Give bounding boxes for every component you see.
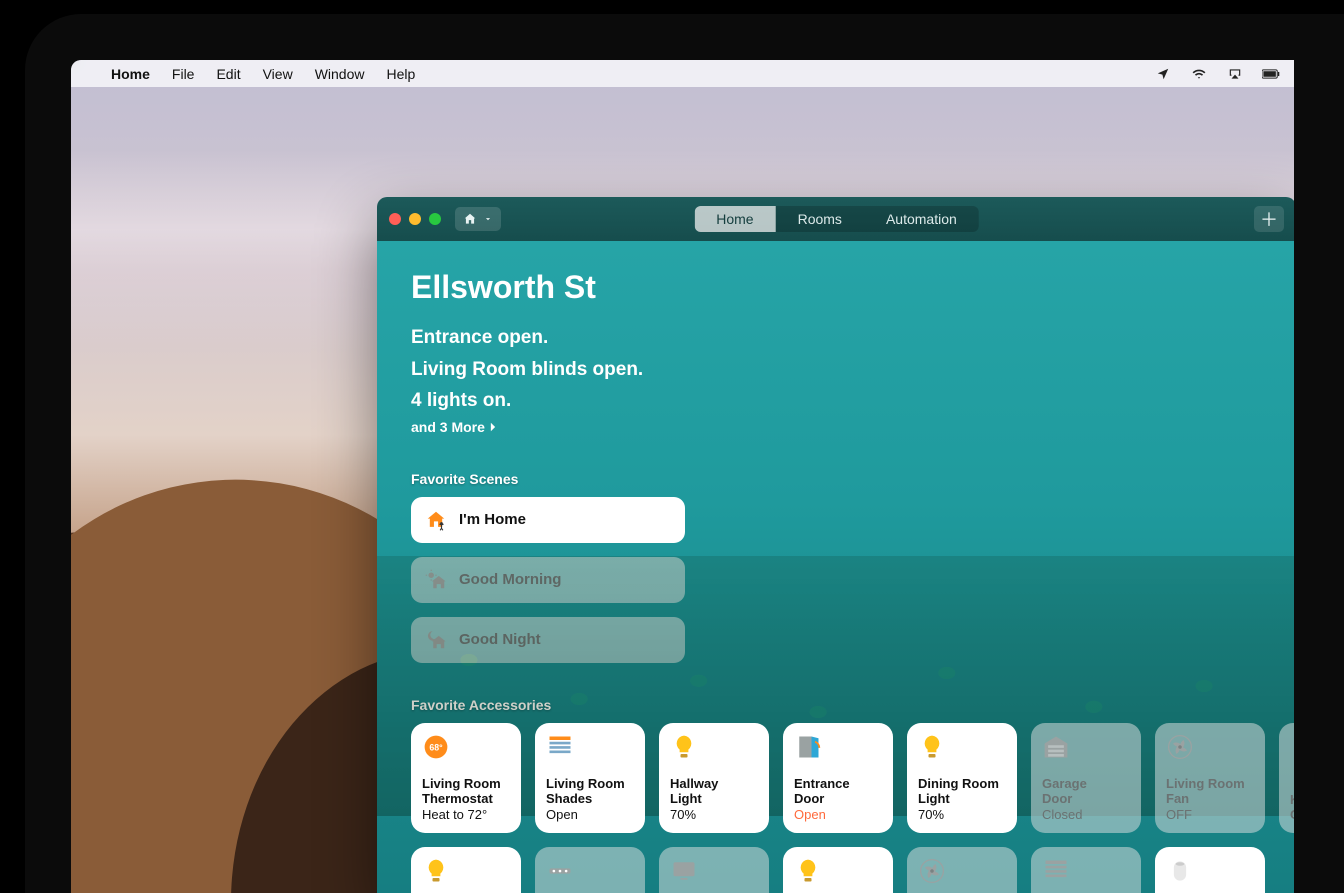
menubar-app-name[interactable]: Home xyxy=(111,66,150,82)
outlet-icon xyxy=(1290,733,1296,761)
tv-icon xyxy=(670,857,698,885)
home-app-window: Home Rooms Automation ＋ Ellsworth St Ent… xyxy=(377,197,1296,893)
accessory-tile[interactable]: Kitchen Outlet xyxy=(1279,723,1296,833)
accessory-tile[interactable]: Garage Door Closed xyxy=(1031,723,1141,833)
location-services-icon[interactable] xyxy=(1154,67,1172,81)
bulb-icon xyxy=(670,733,698,761)
accessories-grid: 68° Living Room Thermostat Heat to 72° L… xyxy=(411,723,1262,833)
accessory-status: 70% xyxy=(918,808,1006,823)
macos-menubar: Home File Edit View Window Help xyxy=(71,60,1294,87)
accessory-tile[interactable]: Bedroom xyxy=(1031,847,1141,893)
accessories-grid: Kitchen Master Bed... Living Room Bedroo… xyxy=(411,847,1262,893)
accessory-tile[interactable]: 68° Living Room Thermostat Heat to 72° xyxy=(411,723,521,833)
bulb-icon xyxy=(422,857,450,885)
accessory-line1: Kitchen xyxy=(1290,793,1296,808)
status-line: Entrance open. xyxy=(411,324,1262,352)
home-picker-button[interactable] xyxy=(455,207,501,231)
bulb-icon xyxy=(918,733,946,761)
accessory-tile[interactable]: Living Room xyxy=(1155,847,1265,893)
fan-icon xyxy=(1166,733,1194,761)
chevron-down-icon xyxy=(483,214,493,224)
accessory-tile[interactable]: Hallway Light 70% xyxy=(659,723,769,833)
window-close-button[interactable] xyxy=(389,213,401,225)
accessory-line1: Entrance xyxy=(794,777,882,792)
garage-icon xyxy=(1042,733,1070,761)
window-traffic-lights xyxy=(389,213,441,225)
accessory-line1: Hallway xyxy=(670,777,758,792)
screen-bezel: Home File Edit View Window Help xyxy=(25,14,1344,893)
window-zoom-button[interactable] xyxy=(429,213,441,225)
accessory-status: OFF xyxy=(1166,808,1254,823)
tab-automation[interactable]: Automation xyxy=(864,206,979,232)
accessory-tile[interactable]: Living Room Fan OFF xyxy=(1155,723,1265,833)
tab-home[interactable]: Home xyxy=(694,206,775,232)
view-segmented-control: Home Rooms Automation xyxy=(694,206,979,232)
accessory-tile[interactable]: Living Room xyxy=(659,847,769,893)
accessory-tile[interactable]: Master Bed... xyxy=(535,847,645,893)
menubar-item-file[interactable]: File xyxy=(172,66,195,82)
svg-text:68°: 68° xyxy=(429,742,443,752)
add-button[interactable]: ＋ xyxy=(1254,206,1284,232)
menubar-item-edit[interactable]: Edit xyxy=(216,66,240,82)
menubar-item-help[interactable]: Help xyxy=(386,66,415,82)
window-titlebar: Home Rooms Automation ＋ xyxy=(377,197,1296,241)
accessory-tile[interactable]: Dining Room Light 70% xyxy=(907,723,1017,833)
accessory-line2: Door xyxy=(794,792,882,807)
accessory-line2: Fan xyxy=(1166,792,1254,807)
wifi-icon[interactable] xyxy=(1190,67,1208,81)
arrive-home-icon xyxy=(425,509,447,531)
accessory-line1: Dining Room xyxy=(918,777,1006,792)
scene-label: I'm Home xyxy=(459,511,526,528)
shades-icon xyxy=(546,733,574,761)
thermostat-icon: 68° xyxy=(422,733,450,761)
accessory-line2: Outlet xyxy=(1290,808,1296,823)
menubar-item-view[interactable]: View xyxy=(263,66,293,82)
accessory-tile[interactable]: Bedroom xyxy=(783,847,893,893)
accessory-line1: Living Room xyxy=(422,777,510,792)
home-title: Ellsworth St xyxy=(411,269,1262,306)
status-line: Living Room blinds open. xyxy=(411,356,1262,384)
house-icon xyxy=(463,212,477,226)
accessory-status: Heat to 72° xyxy=(422,808,510,823)
accessory-line2: Light xyxy=(670,792,758,807)
home-app-content: Ellsworth St Entrance open. Living Room … xyxy=(377,241,1296,893)
accessory-status: Closed xyxy=(1042,808,1130,823)
accessory-tile[interactable]: Kitchen xyxy=(411,847,521,893)
accessory-line1: Living Room xyxy=(1166,777,1254,792)
led-strip-icon xyxy=(546,857,574,885)
scene-tile[interactable]: I'm Home xyxy=(411,497,685,543)
accessory-status: Open xyxy=(794,808,882,823)
accessory-tile[interactable]: Living Room Shades Open xyxy=(535,723,645,833)
airplay-icon[interactable] xyxy=(1226,67,1244,81)
menubar-item-window[interactable]: Window xyxy=(315,66,365,82)
accessory-status: 70% xyxy=(670,808,758,823)
status-more-button[interactable]: and 3 More xyxy=(411,419,497,435)
accessory-line2: Light xyxy=(918,792,1006,807)
accessory-line1: Living Room xyxy=(546,777,634,792)
accessory-line2: Thermostat xyxy=(422,792,510,807)
tab-rooms[interactable]: Rooms xyxy=(776,206,864,232)
accessory-line2: Door xyxy=(1042,792,1130,807)
battery-icon[interactable] xyxy=(1262,67,1280,81)
bulb-icon xyxy=(794,857,822,885)
accessory-tile[interactable]: Entrance Door Open xyxy=(783,723,893,833)
status-line: 4 lights on. xyxy=(411,387,1262,415)
desktop-wallpaper: Home File Edit View Window Help xyxy=(71,60,1294,893)
accessory-line1: Garage xyxy=(1042,777,1130,792)
laptop-body: Home File Edit View Window Help xyxy=(0,0,1344,893)
window-minimize-button[interactable] xyxy=(409,213,421,225)
section-label-scenes: Favorite Scenes xyxy=(411,471,1262,487)
accessory-line2: Shades xyxy=(546,792,634,807)
door-icon xyxy=(794,733,822,761)
chevron-right-icon xyxy=(489,422,497,432)
accessory-status: Open xyxy=(546,808,634,823)
homepod-icon xyxy=(1166,857,1194,885)
accessory-tile[interactable]: Bedroom xyxy=(907,847,1017,893)
fan-icon xyxy=(918,857,946,885)
shades-icon xyxy=(1042,857,1070,885)
